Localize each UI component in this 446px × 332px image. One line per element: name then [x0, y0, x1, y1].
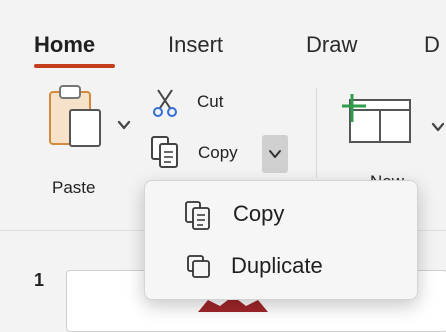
slide-number: 1	[34, 270, 45, 290]
copy-button-group: Copy	[150, 135, 290, 173]
group-separator	[316, 88, 317, 178]
paste-button[interactable]: Paste	[40, 84, 130, 214]
new-slide-icon[interactable]	[342, 88, 422, 148]
tab-design[interactable]: D	[424, 32, 440, 58]
active-tab-indicator	[34, 64, 115, 68]
menu-item-copy[interactable]: Copy	[145, 189, 417, 239]
tab-home[interactable]: Home	[34, 32, 95, 58]
new-slide-chevron-down-icon[interactable]	[430, 120, 446, 134]
menu-item-label: Duplicate	[231, 253, 323, 278]
paste-icon	[49, 85, 101, 147]
chevron-down-icon	[269, 150, 281, 158]
copy-button[interactable]: Copy	[198, 143, 238, 163]
paste-label: Paste	[52, 178, 96, 197]
copy-options-button[interactable]	[262, 135, 288, 173]
copy-icon[interactable]	[150, 135, 180, 169]
copy-icon	[185, 201, 210, 230]
cut-button[interactable]: Cut	[197, 92, 223, 112]
menu-item-label: Copy	[233, 201, 285, 226]
tab-draw[interactable]: Draw	[306, 32, 357, 58]
scissors-icon	[153, 89, 177, 117]
menu-item-duplicate[interactable]: Duplicate	[145, 241, 417, 291]
ribbon-tabs: Home Insert Draw D	[0, 0, 446, 80]
tab-insert[interactable]: Insert	[168, 32, 223, 58]
copy-dropdown-menu: Copy Duplicate	[144, 180, 418, 300]
paste-chevron-down-icon[interactable]	[116, 118, 132, 132]
duplicate-icon	[187, 255, 210, 278]
